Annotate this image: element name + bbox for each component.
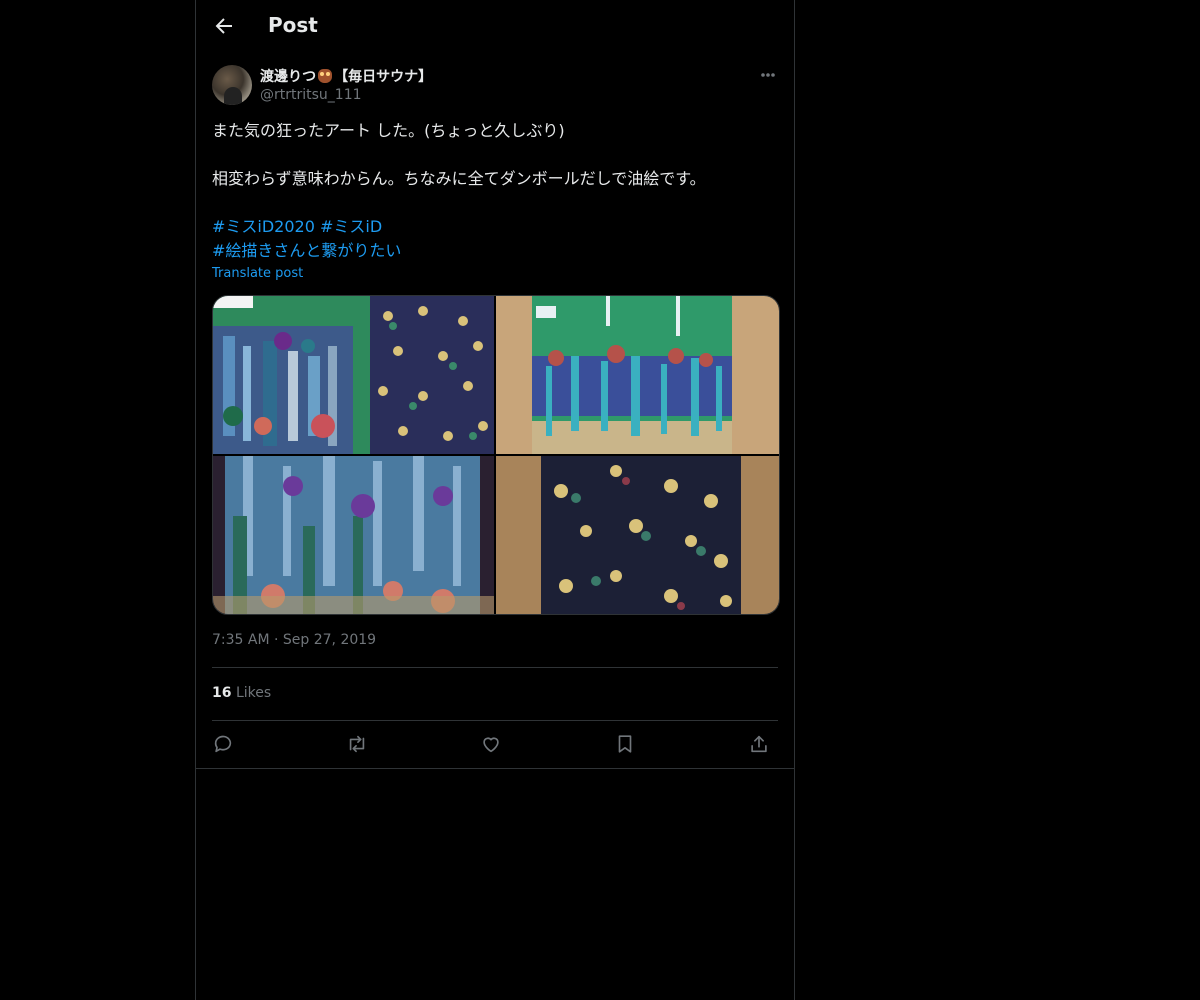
divider: [212, 720, 778, 721]
author-handle[interactable]: @rtrtritsu_111: [260, 87, 362, 103]
post-image-3[interactable]: [213, 456, 494, 614]
back-arrow-icon[interactable]: [212, 14, 236, 38]
post-line-2: 相変わらず意味わからん。ちなみに全てダンボールだしで油絵です。: [212, 169, 706, 188]
post-image-2[interactable]: [496, 296, 779, 454]
post-image-1[interactable]: [213, 296, 494, 454]
hashtag-link[interactable]: #ミスiD2020: [212, 217, 315, 236]
more-options-icon[interactable]: [752, 64, 784, 86]
repost-icon[interactable]: [346, 733, 368, 755]
share-icon[interactable]: [748, 733, 770, 755]
translate-post-link[interactable]: Translate post: [212, 266, 303, 281]
divider: [196, 768, 794, 769]
page-title: Post: [268, 13, 318, 37]
avatar[interactable]: [212, 65, 252, 105]
post-line-1: また気の狂ったアート した。(ちょっと久しぶり): [212, 121, 565, 140]
divider: [212, 667, 778, 668]
media-grid: [212, 295, 780, 615]
heart-icon[interactable]: [480, 733, 502, 755]
hashtag-row-2: #絵描きさんと繋がりたい: [212, 239, 772, 263]
author-name[interactable]: 渡邊りつ 【毎日サウナ】: [260, 66, 432, 86]
bookmark-icon[interactable]: [614, 733, 636, 755]
hashtag-link[interactable]: #絵描きさんと繋がりたい: [212, 241, 401, 260]
likes-label: Likes: [235, 685, 272, 701]
likes-count[interactable]: 16 Likes: [212, 685, 271, 701]
hashtag-row-1: #ミスiD2020 #ミスiD: [212, 215, 772, 239]
author-name-suffix: 【毎日サウナ】: [334, 69, 433, 85]
likes-number: 16: [212, 685, 232, 701]
reply-icon[interactable]: [212, 733, 234, 755]
action-bar: [212, 733, 778, 757]
author-name-prefix: 渡邊りつ: [260, 69, 317, 85]
post-timestamp[interactable]: 7:35 AM · Sep 27, 2019: [212, 632, 376, 648]
post-text: また気の狂ったアート した。(ちょっと久しぶり) 相変わらず意味わからん。ちなみ…: [212, 119, 772, 263]
page-header: Post: [196, 0, 794, 53]
post-image-4[interactable]: [496, 456, 779, 614]
owl-emoji-icon: [318, 69, 333, 83]
post-column: Post 渡邊りつ 【毎日サウナ】 @rtrtritsu_111 また気の狂ったア…: [195, 0, 795, 1000]
hashtag-link[interactable]: #ミスiD: [320, 217, 382, 236]
